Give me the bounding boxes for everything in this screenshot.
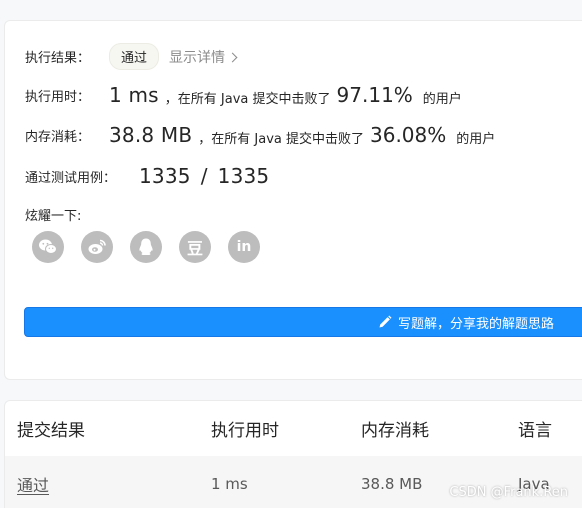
header-language: 语言 [518, 421, 552, 441]
row-runtime: 1 ms [211, 474, 248, 493]
runtime-value: 1 ms [109, 83, 159, 107]
header-runtime: 执行用时 [211, 421, 279, 441]
result-row: 执行结果： 通过 显示详情 [25, 43, 238, 70]
watermark: CSDN @Frank.Ren [449, 485, 568, 500]
memory-mid-text: ，在所有 Java 提交中击败了 [198, 131, 364, 147]
weibo-icon[interactable] [81, 231, 113, 263]
pencil-icon [379, 315, 392, 328]
share-icons: 豆 in [32, 231, 260, 263]
show-details-link[interactable]: 显示详情 [169, 47, 238, 67]
chevron-right-icon [227, 52, 238, 62]
memory-row: 内存消耗： 38.8 MB ，在所有 Java 提交中击败了 36.08% 的用… [25, 123, 495, 147]
weibo-glyph [88, 239, 106, 254]
result-label: 执行结果： [25, 51, 91, 66]
memory-percent: 36.08% [370, 123, 447, 147]
runtime-mid-text: ，在所有 Java 提交中击败了 [164, 91, 331, 107]
row-memory: 38.8 MB [361, 474, 423, 493]
douban-icon[interactable]: 豆 [179, 231, 211, 263]
table-header: 提交结果 执行用时 内存消耗 语言 [5, 401, 582, 457]
submission-result-page: 执行结果： 通过 显示详情 执行用时： 1 ms ，在所有 Java 提交中击败… [0, 0, 582, 508]
write-solution-label: 写题解，分享我的解题思路 [398, 316, 555, 332]
linkedin-icon[interactable]: in [228, 231, 260, 263]
tests-row: 通过测试用例： 1335 / 1335 [25, 164, 269, 188]
result-card: 执行结果： 通过 显示详情 执行用时： 1 ms ，在所有 Java 提交中击败… [4, 20, 582, 380]
row-result-link[interactable]: 通过 [17, 456, 49, 508]
share-label: 炫耀一下: [25, 209, 82, 224]
tests-label: 通过测试用例： [25, 170, 117, 186]
wechat-icon[interactable] [32, 231, 64, 263]
memory-suffix: 的用户 [456, 131, 496, 147]
runtime-percent: 97.11% [336, 83, 413, 107]
memory-value: 38.8 MB [109, 123, 193, 147]
memory-label: 内存消耗： [25, 129, 91, 145]
header-memory: 内存消耗 [361, 421, 429, 441]
douban-glyph: 豆 [186, 239, 203, 258]
tests-total: 1335 [217, 164, 270, 188]
qq-icon[interactable] [130, 231, 162, 263]
table-row: 通过 1 ms 38.8 MB Java [5, 456, 582, 508]
runtime-label: 执行用时： [25, 89, 91, 105]
share-row: 炫耀一下: [25, 205, 81, 224]
linkedin-glyph: in [236, 239, 252, 255]
runtime-row: 执行用时： 1 ms ，在所有 Java 提交中击败了 97.11% 的用户 [25, 83, 462, 107]
write-solution-button[interactable]: 写题解，分享我的解题思路 [24, 307, 582, 337]
status-badge: 通过 [109, 43, 160, 70]
tests-passed: 1335 [139, 164, 191, 188]
row-language: Java [518, 474, 550, 493]
show-details-label: 显示详情 [169, 49, 226, 66]
tests-separator: / [200, 164, 208, 188]
runtime-suffix: 的用户 [422, 91, 462, 107]
qq-glyph [139, 238, 153, 255]
header-result: 提交结果 [17, 421, 85, 441]
wechat-glyph [39, 239, 57, 254]
